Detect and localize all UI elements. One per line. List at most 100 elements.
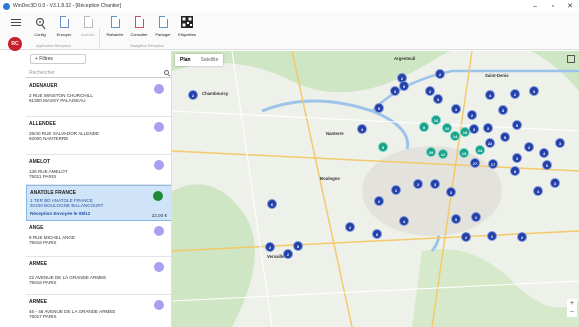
- map-cluster-marker[interactable]: 5: [293, 241, 303, 251]
- cancel-button[interactable]: Annuler: [76, 14, 100, 44]
- map-cluster-marker[interactable]: 2: [391, 185, 401, 195]
- site-name: AMELOT: [29, 159, 51, 165]
- site-city: 75011 PARIS: [29, 174, 57, 180]
- map-cluster-marker[interactable]: 3: [498, 105, 508, 115]
- labels-label: Etiquettes: [178, 32, 196, 37]
- map-cluster-marker[interactable]: 6: [267, 199, 277, 209]
- send-icon: [58, 16, 70, 30]
- list-item-selected[interactable]: ANATOLE FRANCE 1 TER BD ANATOLE FRANCE 92…: [26, 185, 171, 221]
- map-cluster-marker[interactable]: 2: [188, 90, 198, 100]
- map-cluster-marker[interactable]: 14: [450, 131, 460, 141]
- site-name: ANATOLE FRANCE: [30, 190, 76, 196]
- config-label: Config: [34, 32, 46, 37]
- map-cluster-marker[interactable]: 3: [469, 124, 479, 134]
- map-cluster-marker[interactable]: 12: [438, 149, 448, 159]
- map-cluster-marker[interactable]: 8: [419, 122, 429, 132]
- map-cluster-marker[interactable]: 3: [433, 94, 443, 104]
- list-item[interactable]: ALLENDEE 26/40 RUE SALVADOR ALLENDE 92000…: [26, 117, 171, 155]
- site-city: 91300 MASSY PALAISEAU: [29, 98, 86, 104]
- map-cluster-marker[interactable]: 5: [378, 142, 388, 152]
- map-cluster-marker[interactable]: 2: [467, 110, 477, 120]
- map-cluster-marker[interactable]: 2: [374, 196, 384, 206]
- site-address: 136 RUE AMELOT: [29, 169, 68, 174]
- map-cluster-marker[interactable]: 4: [533, 186, 543, 196]
- list-item[interactable]: ANGE 8 RUE MICHEL ANGE 75016 PARIS: [26, 221, 171, 257]
- site-name: ADENAUER: [29, 83, 58, 89]
- map-cluster-marker[interactable]: 22: [485, 138, 495, 148]
- refresh-icon: [109, 16, 121, 30]
- map-cluster-marker[interactable]: 2: [471, 212, 481, 222]
- site-city: 92100 BOULOGNE BILLANCOURT: [30, 203, 104, 209]
- tab-plan[interactable]: Plan: [175, 54, 196, 66]
- view-label: Consulter: [130, 32, 148, 37]
- labels-button[interactable]: Etiquettes: [175, 14, 199, 44]
- filters-button[interactable]: + Filtres: [30, 54, 86, 64]
- minimize-icon[interactable]: –: [526, 0, 544, 12]
- zoom-out-button[interactable]: −: [570, 309, 574, 316]
- map-cluster-marker[interactable]: 5: [451, 214, 461, 224]
- map-view[interactable]: Argenteuil Saint-Denis Nanterre Boulogne…: [172, 51, 579, 327]
- map-cluster-marker[interactable]: 13: [459, 148, 469, 158]
- map-cluster-marker[interactable]: 3: [483, 123, 493, 133]
- site-address: 2 RUE WINSTON CHURCHILL: [29, 93, 93, 98]
- map-cluster-marker[interactable]: 16: [431, 115, 441, 125]
- menu-icon[interactable]: [11, 19, 21, 28]
- map-cluster-marker[interactable]: 2: [283, 249, 293, 259]
- map-cluster-marker[interactable]: 3: [390, 86, 400, 96]
- map-cluster-marker[interactable]: 4: [539, 148, 549, 158]
- tab-satellite[interactable]: Satellite: [196, 54, 224, 66]
- map-cluster-marker[interactable]: 3: [430, 179, 440, 189]
- config-button[interactable]: Config: [28, 14, 52, 44]
- list-item[interactable]: ARMEE 22 AVENUE DE LA GRANDE ARMEE 75016 …: [26, 257, 171, 295]
- share-icon: [157, 16, 169, 30]
- map-cluster-marker[interactable]: 5: [512, 120, 522, 130]
- site-name: ARMEE: [29, 261, 48, 267]
- maximize-icon[interactable]: ▫: [544, 0, 562, 12]
- list-item[interactable]: AMELOT 136 RUE AMELOT 75011 PARIS: [26, 155, 171, 185]
- map-cluster-marker[interactable]: 2: [487, 231, 497, 241]
- send-button[interactable]: Envoyer: [52, 14, 76, 44]
- map-cluster-marker[interactable]: 6: [372, 229, 382, 239]
- view-button[interactable]: Consulter: [127, 14, 151, 44]
- map-cluster-marker[interactable]: 2: [510, 89, 520, 99]
- cancel-icon: [82, 16, 94, 30]
- map-cluster-marker[interactable]: 2: [345, 222, 355, 232]
- search-input[interactable]: [29, 69, 149, 76]
- map-cluster-marker[interactable]: 5: [500, 132, 510, 142]
- map-cluster-marker[interactable]: 5: [399, 81, 409, 91]
- map-cluster-marker[interactable]: 4: [399, 216, 409, 226]
- map-cluster-marker[interactable]: 2: [461, 232, 471, 242]
- list-item[interactable]: ARMEE 46 - 48 AVENUE DE LA GRANDE ARMEE 7…: [26, 295, 171, 327]
- status-dot: [154, 122, 164, 132]
- map-cluster-marker[interactable]: 3: [451, 104, 461, 114]
- fullscreen-icon[interactable]: [567, 55, 575, 63]
- map-cluster-marker[interactable]: 29: [426, 147, 436, 157]
- refresh-button[interactable]: Rafraichir: [103, 14, 127, 44]
- map-cluster-marker[interactable]: 8: [510, 166, 520, 176]
- map-cluster-marker[interactable]: 24: [475, 145, 485, 155]
- map-cluster-marker[interactable]: 3: [512, 153, 522, 163]
- map-cluster-marker[interactable]: 2: [435, 69, 445, 79]
- map-cluster-marker[interactable]: 4: [357, 124, 367, 134]
- map-cluster-marker[interactable]: 6: [542, 160, 552, 170]
- list-item[interactable]: ADENAUER 2 RUE WINSTON CHURCHILL 91300 MA…: [26, 79, 171, 117]
- zoom-in-button[interactable]: +: [570, 300, 574, 307]
- map-cluster-marker[interactable]: 2: [265, 242, 275, 252]
- map-cluster-marker[interactable]: 4: [485, 90, 495, 100]
- map-cluster-marker[interactable]: 17: [488, 159, 498, 169]
- close-icon[interactable]: ✕: [561, 0, 579, 12]
- map-cluster-marker[interactable]: 2: [446, 187, 456, 197]
- map-cluster-marker[interactable]: 2: [413, 179, 423, 189]
- avatar[interactable]: RC: [8, 37, 22, 51]
- share-button[interactable]: Partager: [151, 14, 175, 44]
- map-cluster-marker[interactable]: 2: [517, 232, 527, 242]
- search-icon[interactable]: [164, 70, 169, 75]
- map-cluster-marker[interactable]: 2: [524, 142, 534, 152]
- status-dot: [154, 84, 164, 94]
- map-cluster-marker[interactable]: 3: [529, 86, 539, 96]
- map-cluster-marker[interactable]: 27: [470, 158, 480, 168]
- map-cluster-marker[interactable]: 3: [550, 178, 560, 188]
- status-dot: [154, 262, 164, 272]
- map-cluster-marker[interactable]: 3: [555, 138, 565, 148]
- map-cluster-marker[interactable]: 5: [374, 103, 384, 113]
